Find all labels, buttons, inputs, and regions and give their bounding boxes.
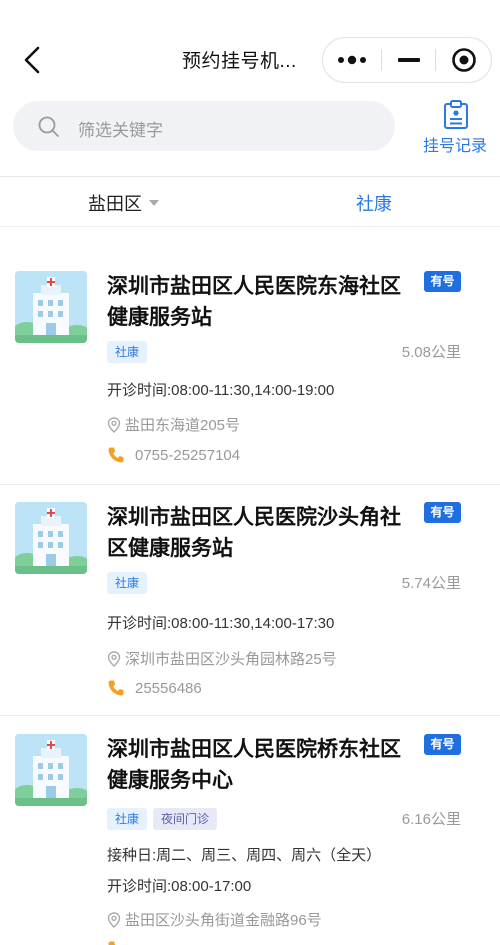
tag: 社康 bbox=[107, 572, 148, 594]
chevron-left-icon bbox=[24, 46, 40, 74]
back-button[interactable] bbox=[18, 44, 46, 76]
phone[interactable]: 0755-25257104 bbox=[107, 446, 240, 464]
phone-icon bbox=[108, 941, 116, 945]
district-filter[interactable]: 盐田区 bbox=[88, 190, 142, 216]
type-filter[interactable]: 社康 bbox=[356, 190, 392, 216]
phone-number: 25556486 bbox=[135, 679, 202, 697]
tag: 社康 bbox=[107, 808, 148, 830]
location-pin-icon bbox=[107, 416, 121, 433]
divider bbox=[0, 176, 500, 177]
distance: 6.16公里 bbox=[401, 811, 461, 828]
target-circle-icon bbox=[452, 48, 476, 72]
opening-hours: 开诊时间:08:00-11:30,14:00-19:00 bbox=[107, 382, 335, 399]
facility-name: 深圳市盐田区人民医院东海社区健康服务站 bbox=[107, 275, 401, 329]
caret-down-icon bbox=[149, 200, 159, 206]
minimize-button[interactable] bbox=[382, 38, 435, 82]
capsule-menu bbox=[322, 37, 492, 83]
availability-badge: 有号 bbox=[424, 271, 461, 292]
registration-record-label: 挂号记录 bbox=[423, 138, 488, 155]
clipboard-icon bbox=[444, 100, 468, 129]
tag: 夜间门诊 bbox=[153, 808, 218, 830]
tag-list: 社康 bbox=[107, 341, 148, 363]
page-title: 预约挂号机... bbox=[182, 51, 297, 72]
phone-icon bbox=[108, 680, 124, 696]
minus-icon bbox=[397, 58, 420, 62]
close-miniprogram-button[interactable] bbox=[436, 38, 492, 82]
facility-card[interactable]: 深圳市盐田区人民医院东海社区健康服务站 有号 社康 5.08公里 开诊时间:08… bbox=[0, 255, 500, 485]
tag-list: 社康 夜间门诊 bbox=[107, 808, 218, 830]
facility-name: 深圳市盐田区人民医院沙头角社区健康服务站 bbox=[107, 506, 401, 560]
distance: 5.74公里 bbox=[401, 575, 461, 592]
facility-card[interactable]: 深圳市盐田区人民医院沙头角社区健康服务站 有号 社康 5.74公里 开诊时间:0… bbox=[0, 486, 500, 716]
phone-number: 0755-25257104 bbox=[135, 446, 241, 464]
tag: 社康 bbox=[107, 341, 148, 363]
location-pin-icon bbox=[107, 911, 121, 928]
address-text: 盐田东海道205号 bbox=[125, 417, 241, 434]
registration-record-button[interactable]: 挂号记录 bbox=[420, 100, 492, 156]
availability-badge: 有号 bbox=[424, 734, 461, 755]
hospital-building-icon bbox=[15, 502, 87, 574]
page: 预约挂号机... 筛选关键字 挂号记录 盐田区 社康 深圳市盐田区人民医院东海社… bbox=[0, 0, 500, 945]
address[interactable]: 深圳市盐田区沙头角园林路25号 bbox=[107, 648, 337, 669]
facility-card[interactable]: 深圳市盐田区人民医院桥东社区健康服务中心 有号 社康 夜间门诊 6.16公里 接… bbox=[0, 718, 500, 945]
location-pin-icon bbox=[107, 650, 121, 667]
vaccination-days: 接种日:周二、周三、周四、周六（全天） bbox=[107, 847, 382, 864]
phone[interactable]: 25556486 bbox=[107, 679, 202, 697]
address-text: 深圳市盐田区沙头角园林路25号 bbox=[125, 651, 337, 668]
phone[interactable] bbox=[107, 940, 135, 945]
hospital-building-icon bbox=[15, 734, 87, 806]
nav-bar: 预约挂号机... bbox=[0, 0, 500, 92]
address-text: 盐田区沙头角街道金融路96号 bbox=[125, 912, 322, 929]
search-placeholder: 筛选关键字 bbox=[78, 121, 163, 140]
opening-hours: 开诊时间:08:00-17:00 bbox=[107, 878, 252, 895]
tag-list: 社康 bbox=[107, 572, 148, 594]
search-input[interactable]: 筛选关键字 bbox=[13, 101, 395, 151]
more-dots-icon bbox=[338, 55, 366, 65]
phone-icon bbox=[108, 447, 124, 463]
address[interactable]: 盐田区沙头角街道金融路96号 bbox=[107, 909, 322, 930]
facility-name: 深圳市盐田区人民医院桥东社区健康服务中心 bbox=[107, 738, 401, 792]
search-icon bbox=[38, 116, 59, 137]
opening-hours: 开诊时间:08:00-11:30,14:00-17:30 bbox=[107, 615, 335, 632]
more-button[interactable] bbox=[323, 38, 381, 82]
hospital-building-icon bbox=[15, 271, 87, 343]
availability-badge: 有号 bbox=[424, 502, 461, 523]
divider bbox=[0, 226, 500, 227]
distance: 5.08公里 bbox=[401, 344, 461, 361]
address[interactable]: 盐田东海道205号 bbox=[107, 414, 240, 435]
